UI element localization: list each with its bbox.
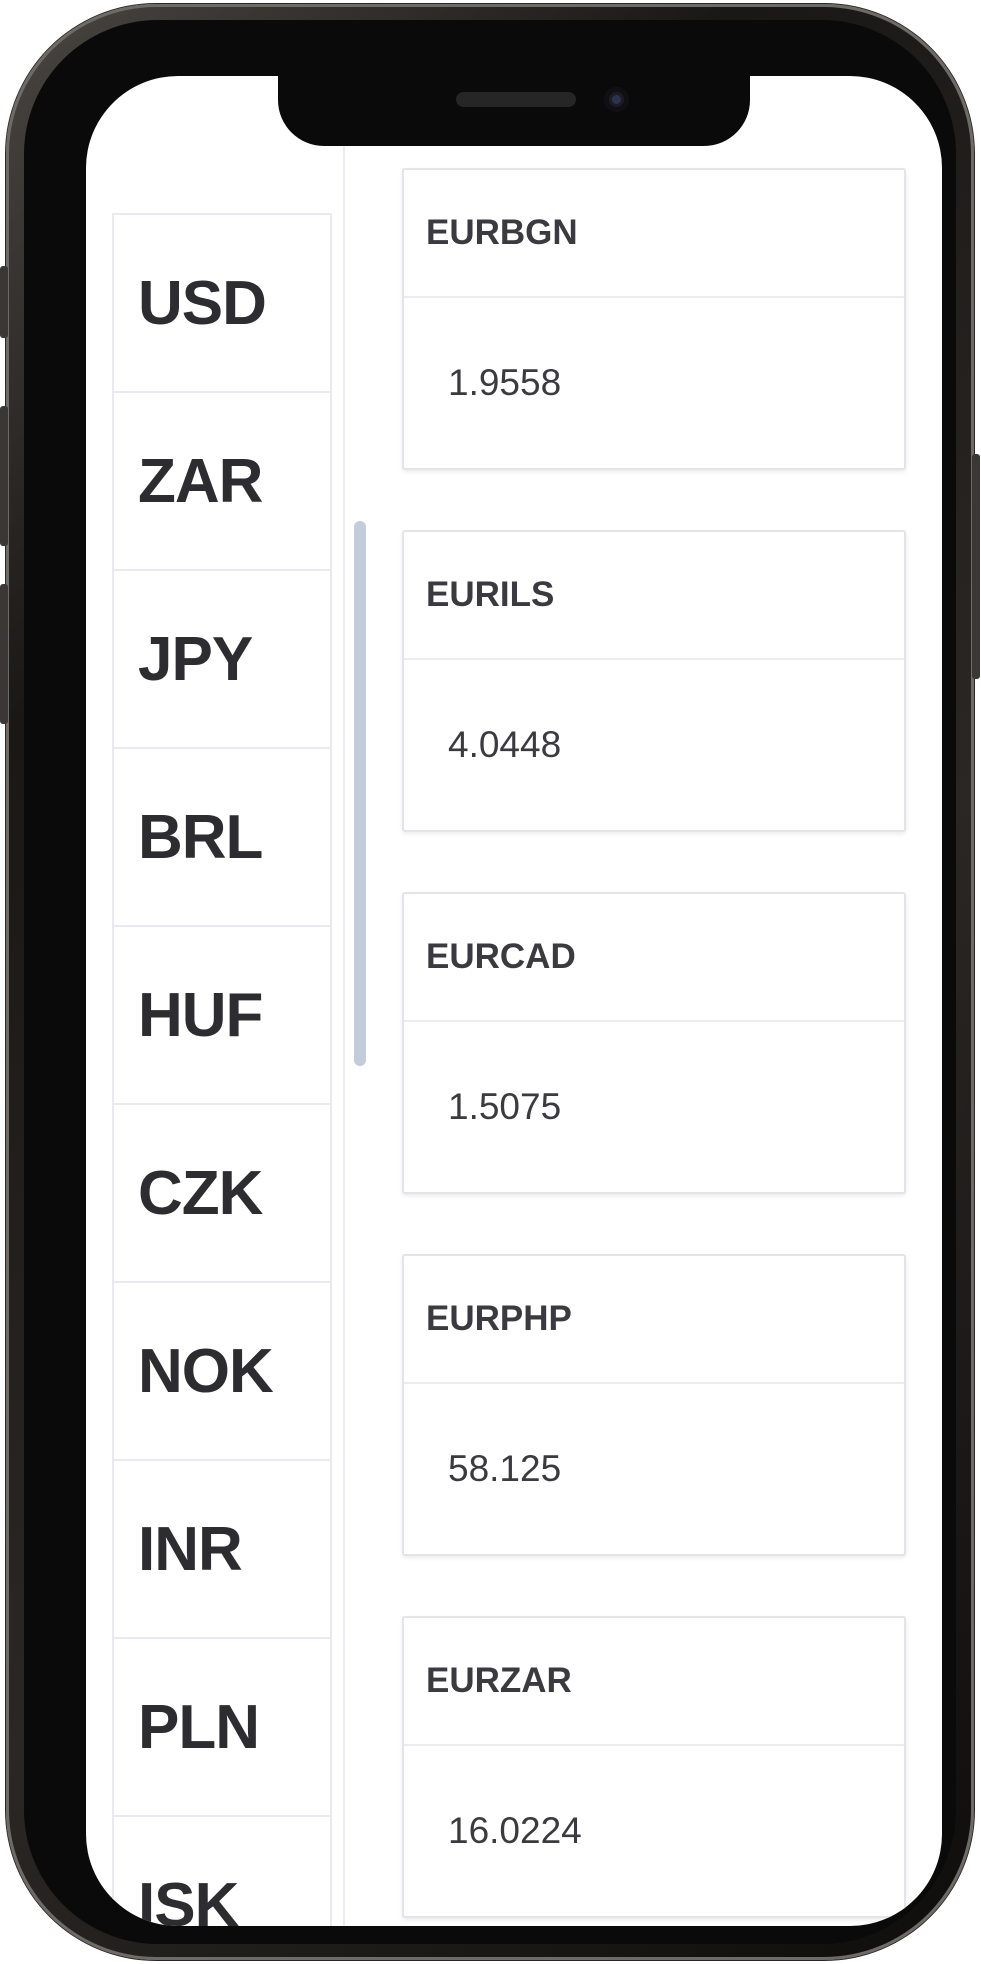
rate-card[interactable]: EURPHP 58.125 [402, 1254, 906, 1556]
phone-bezel: USD ZAR JPY BRL HUF CZK NOK INR PLN ISK … [24, 20, 956, 1944]
currency-item[interactable]: INR [114, 1459, 330, 1637]
currency-item[interactable]: ISK [114, 1815, 330, 1926]
currency-code: INR [138, 1514, 243, 1584]
currency-code: JPY [138, 624, 253, 694]
currency-item[interactable]: USD [114, 213, 330, 391]
currency-item[interactable]: CZK [114, 1103, 330, 1281]
mute-switch [0, 266, 8, 338]
rate-value: 1.5075 [448, 1086, 562, 1127]
currency-code: BRL [138, 802, 263, 872]
rate-card[interactable]: EURZAR 16.0224 [402, 1616, 906, 1918]
currency-code: NOK [138, 1336, 274, 1406]
phone-frame: USD ZAR JPY BRL HUF CZK NOK INR PLN ISK … [0, 4, 980, 1960]
rate-pair: EURPHP [404, 1256, 904, 1384]
power-button [972, 454, 980, 679]
currency-code: HUF [138, 980, 263, 1050]
currency-item[interactable]: PLN [114, 1637, 330, 1815]
rate-pair: EURCAD [404, 894, 904, 1022]
notch [278, 76, 750, 146]
currency-item[interactable]: NOK [114, 1281, 330, 1459]
rate-value: 1.9558 [448, 362, 562, 403]
currency-item[interactable]: HUF [114, 925, 330, 1103]
rate-pair: EURZAR [404, 1618, 904, 1746]
currency-code: ISK [138, 1870, 239, 1927]
rate-card[interactable]: EURBGN 1.9558 [402, 168, 906, 470]
currency-list: USD ZAR JPY BRL HUF CZK NOK INR PLN ISK [112, 213, 332, 1926]
currency-item[interactable]: JPY [114, 569, 330, 747]
panel-divider [343, 146, 345, 1926]
rate-pair: EURILS [404, 532, 904, 660]
currency-item[interactable]: BRL [114, 747, 330, 925]
rate-card[interactable]: EURILS 4.0448 [402, 530, 906, 832]
currency-code: PLN [138, 1692, 260, 1762]
rate-card[interactable]: EURCAD 1.5075 [402, 892, 906, 1194]
currency-code: USD [138, 268, 267, 338]
speaker-grille [456, 92, 576, 107]
currency-code: CZK [138, 1158, 263, 1228]
rate-value: 4.0448 [448, 724, 562, 765]
rate-card-list: EURBGN 1.9558 EURILS 4.0448 EURCAD 1.507… [402, 168, 906, 1926]
scrollbar-thumb[interactable] [354, 521, 366, 1066]
volume-down-button [0, 584, 8, 724]
front-camera-icon [604, 87, 629, 112]
rate-value: 58.125 [448, 1448, 562, 1489]
currency-item[interactable]: ZAR [114, 391, 330, 569]
currency-code: ZAR [138, 446, 263, 516]
volume-up-button [0, 406, 8, 546]
rate-value: 16.0224 [448, 1810, 582, 1851]
rate-pair: EURBGN [404, 170, 904, 298]
screen: USD ZAR JPY BRL HUF CZK NOK INR PLN ISK … [86, 76, 942, 1926]
